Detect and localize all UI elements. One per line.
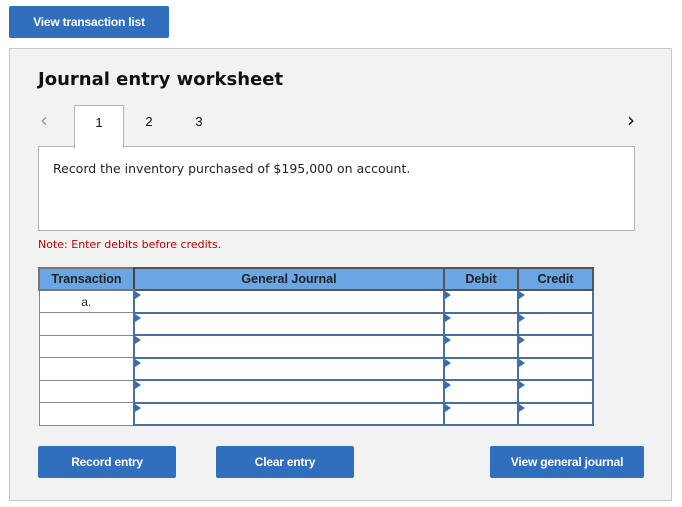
table-row: a.	[38, 289, 594, 314]
account-select[interactable]	[135, 315, 443, 334]
column-header-credit: Credit	[517, 267, 594, 291]
credit-input-cell	[517, 401, 594, 426]
account-select-cell	[133, 289, 445, 314]
account-select[interactable]	[135, 360, 443, 379]
chevron-left-icon[interactable]: ‹	[40, 108, 48, 132]
dropdown-marker-icon	[445, 291, 451, 299]
credit-input-cell	[517, 289, 594, 314]
account-select-cell	[133, 334, 445, 359]
credit-input-cell	[517, 311, 594, 336]
debit-input-cell	[443, 289, 519, 314]
view-general-journal-button[interactable]: View general journal	[490, 446, 644, 478]
note-text: Note: Enter debits before credits.	[38, 238, 222, 251]
credit-input-cell	[517, 334, 594, 359]
debit-input-cell	[443, 334, 519, 359]
dropdown-marker-icon	[135, 313, 141, 322]
tab-label: 3	[195, 113, 203, 129]
account-select-cell	[133, 356, 445, 381]
clear-entry-button[interactable]: Clear entry	[216, 446, 354, 478]
table-row	[38, 311, 594, 336]
column-header-general-journal: General Journal	[133, 267, 445, 291]
account-select[interactable]	[135, 337, 443, 357]
transaction-description-box: Record the inventory purchased of $195,0…	[38, 146, 635, 231]
transaction-cell	[38, 312, 135, 336]
transaction-cell	[38, 357, 135, 381]
dropdown-marker-icon	[445, 403, 451, 412]
table-header-row: Transaction General Journal Debit Credit	[38, 267, 594, 291]
record-entry-button[interactable]: Record entry	[38, 446, 176, 478]
table-row	[38, 334, 594, 359]
credit-input[interactable]	[519, 292, 592, 312]
dropdown-marker-icon	[519, 291, 525, 299]
credit-input[interactable]	[519, 337, 592, 357]
dropdown-marker-icon	[135, 291, 141, 299]
table-row	[38, 356, 594, 381]
transaction-cell: a.	[38, 289, 135, 313]
debit-input-cell	[443, 311, 519, 336]
account-select-cell	[133, 379, 445, 404]
dropdown-marker-icon	[445, 381, 451, 389]
table-row	[38, 401, 594, 426]
debit-input[interactable]	[445, 337, 517, 357]
dropdown-marker-icon	[519, 313, 525, 322]
account-select-cell	[133, 311, 445, 336]
dropdown-marker-icon	[135, 381, 141, 389]
tab-1[interactable]: 1	[74, 105, 124, 148]
account-select[interactable]	[135, 292, 443, 312]
dropdown-marker-icon	[519, 358, 525, 367]
journal-entry-worksheet-panel: Journal entry worksheet ‹ 1 2 3 › Record…	[9, 48, 672, 501]
view-transaction-list-button[interactable]: View transaction list	[9, 6, 169, 38]
dropdown-marker-icon	[519, 403, 525, 412]
debit-input-cell	[443, 379, 519, 404]
credit-input[interactable]	[519, 382, 592, 402]
dropdown-marker-icon	[445, 358, 451, 367]
debit-input[interactable]	[445, 315, 517, 334]
dropdown-marker-icon	[519, 336, 525, 344]
transaction-cell	[38, 379, 135, 403]
table-row	[38, 379, 594, 404]
tab-3[interactable]: 3	[174, 105, 224, 147]
dropdown-marker-icon	[445, 313, 451, 322]
account-select-cell	[133, 401, 445, 426]
credit-input-cell	[517, 356, 594, 381]
journal-table: Transaction General Journal Debit Credit…	[38, 267, 594, 426]
debit-input-cell	[443, 356, 519, 381]
tab-label: 2	[145, 113, 153, 129]
credit-input-cell	[517, 379, 594, 404]
column-header-transaction: Transaction	[38, 267, 135, 291]
debit-input[interactable]	[445, 382, 517, 402]
account-select[interactable]	[135, 405, 443, 424]
debit-input[interactable]	[445, 292, 517, 312]
credit-input[interactable]	[519, 315, 592, 334]
debit-input[interactable]	[445, 405, 517, 424]
account-select[interactable]	[135, 382, 443, 402]
dropdown-marker-icon	[445, 336, 451, 344]
dropdown-marker-icon	[135, 336, 141, 344]
credit-input[interactable]	[519, 360, 592, 379]
tab-2[interactable]: 2	[124, 105, 174, 147]
transaction-cell	[38, 402, 135, 426]
dropdown-marker-icon	[135, 358, 141, 367]
transaction-description: Record the inventory purchased of $195,0…	[53, 161, 411, 176]
worksheet-title: Journal entry worksheet	[38, 69, 284, 90]
credit-input[interactable]	[519, 405, 592, 424]
debit-input[interactable]	[445, 360, 517, 379]
tab-label: 1	[95, 114, 103, 130]
dropdown-marker-icon	[135, 403, 141, 412]
transaction-cell	[38, 334, 135, 358]
column-header-debit: Debit	[443, 267, 519, 291]
chevron-right-icon[interactable]: ›	[627, 108, 635, 132]
debit-input-cell	[443, 401, 519, 426]
dropdown-marker-icon	[519, 381, 525, 389]
